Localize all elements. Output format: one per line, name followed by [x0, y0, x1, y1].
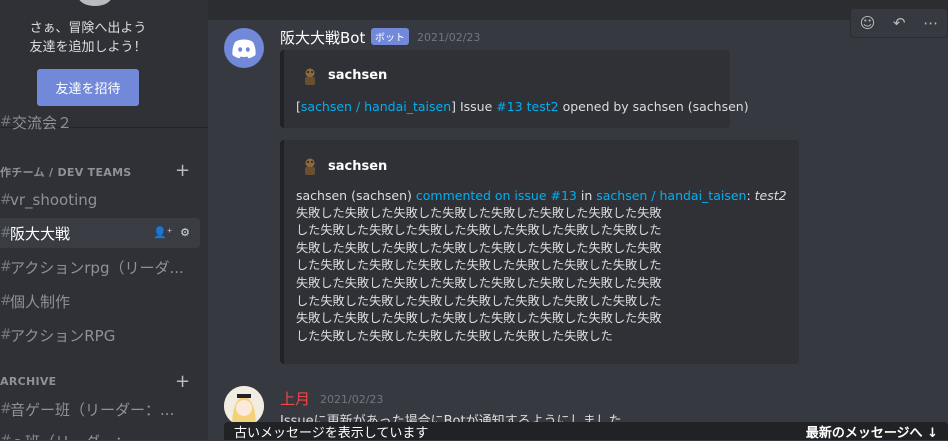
hash-icon: # [0, 293, 12, 309]
channel-item-handai-taisen[interactable]: # 阪大大戦 👤⁺ ⚙ [0, 218, 200, 248]
channel-item-action-rpg[interactable]: # アクションRPG [0, 320, 200, 350]
channel-label: アクションRPG [10, 326, 116, 345]
embed-comment-header: sachsen (sachsen) commented on issue #13… [296, 187, 787, 205]
embed-author[interactable]: sachsen [328, 68, 387, 83]
hash-icon: # [0, 192, 12, 208]
channel-item-vr-shooting[interactable]: # vr_shooting [0, 185, 200, 215]
add-channel-icon[interactable]: + [175, 373, 190, 391]
reply-icon[interactable]: ↶ [893, 14, 906, 32]
jump-label: 最新のメッセージへ [805, 425, 923, 441]
hash-icon: # [0, 433, 12, 440]
invite-member-icon[interactable]: 👤⁺ [153, 226, 173, 239]
message-toolbar: ☺ ↶ ⋯ [850, 8, 948, 38]
comment-line: 失敗した失敗した失敗した失敗した失敗した失敗した失敗した失敗 [296, 311, 662, 326]
gear-icon[interactable]: ⚙ [180, 226, 190, 239]
channel-label: ｏ班（リーダー：... [10, 431, 144, 441]
hash-icon: # [0, 401, 12, 417]
jump-to-latest-button[interactable]: 最新のメッセージへ ↓ [806, 422, 938, 441]
arrow-down-icon: ↓ [927, 425, 938, 441]
comment-line: した失敗した失敗した失敗した失敗した失敗した失敗した [296, 328, 613, 343]
add-channel-icon[interactable]: + [175, 162, 190, 180]
hash-icon: # [0, 114, 12, 130]
embed-description: [sachsen / handai_taisen] Issue #13 test… [296, 98, 749, 116]
hash-icon: # [0, 259, 12, 275]
message-timestamp: 2021/02/23 [417, 31, 481, 44]
bot-avatar[interactable] [224, 28, 264, 68]
category-archive[interactable]: ARCHIVE [0, 375, 56, 388]
old-messages-bar: 古いメッセージを表示しています 最新のメッセージへ ↓ [224, 422, 948, 441]
invite-friends-button[interactable]: 友達を招待 [37, 69, 139, 106]
message-timestamp: 2021/02/23 [320, 393, 384, 406]
embed-author[interactable]: sachsen [328, 159, 387, 174]
channel-label: vr_shooting [10, 191, 98, 209]
channel-label: 個人制作 [10, 292, 71, 311]
invite-prompt-line1: さぁ、冒険へ出よう [29, 21, 147, 36]
more-icon[interactable]: ⋯ [923, 14, 938, 32]
comment-line: 失敗した失敗した失敗した失敗した失敗した失敗した失敗した失敗 [296, 275, 662, 290]
bot-badge: ボット [371, 28, 409, 45]
hash-icon: # [0, 225, 12, 241]
repo-link[interactable]: sachsen / handai_taisen [596, 188, 746, 203]
issue-link[interactable]: #13 test2 [496, 99, 558, 114]
channel-item-personal[interactable]: # 個人制作 [0, 286, 200, 316]
channel-label: 交流会２ [12, 113, 73, 132]
channel-item-action-rpg-leader[interactable]: # アクションrpg（リーダ... [0, 252, 200, 282]
github-embed-issue-opened: sachsen [sachsen / handai_taisen] Issue … [280, 50, 749, 128]
category-dev-teams[interactable]: 作チーム / DEV TEAMS [0, 164, 132, 180]
text-opened-by: opened by sachsen (sachsen) [558, 99, 749, 114]
text-commenter: sachsen (sachsen) [296, 188, 416, 203]
old-messages-label: 古いメッセージを表示しています [234, 425, 429, 441]
comment-line: した失敗した失敗した失敗した失敗した失敗した失敗した失敗した [296, 293, 662, 308]
comment-line: 失敗した失敗した失敗した失敗した失敗した失敗した失敗した失敗 [296, 205, 662, 220]
username[interactable]: 上月 [280, 388, 310, 409]
message-area: ☺ ↶ ⋯ 阪大大戦Bot ボット 2021/02/23 sachsen [sa… [208, 0, 948, 441]
user-avatar[interactable] [224, 386, 264, 426]
text-in: in [576, 188, 597, 203]
anime-avatar-icon [224, 386, 264, 426]
channel-label: 阪大大戦 [10, 224, 71, 243]
issue-title: test2 [754, 188, 787, 203]
channel-sidebar: さぁ、冒険へ出よう 友達を追加しよう！ 友達を招待 # 交流会２ 作チーム / … [0, 0, 208, 440]
repo-link[interactable]: sachsen / handai_taisen [301, 99, 451, 114]
discord-logo-icon [232, 39, 256, 59]
comment-line: 失敗した失敗した失敗した失敗した失敗した失敗した失敗した失敗 [296, 240, 662, 255]
channel-label: 音ゲー班（リーダー：... [10, 400, 175, 419]
github-embed-issue-comment: sachsen sachsen (sachsen) commented on i… [280, 140, 799, 364]
comment-line: した失敗した失敗した失敗した失敗した失敗した失敗した失敗した [296, 223, 662, 238]
embed-description: sachsen (sachsen) commented on issue #13… [296, 187, 787, 345]
bot-username[interactable]: 阪大大戦Bot [280, 27, 365, 48]
top-strip [208, 0, 948, 20]
channel-item-partial[interactable]: # 交流会２ [0, 112, 200, 132]
channel-item-rhythm-team[interactable]: # 音ゲー班（リーダー：... [0, 394, 200, 424]
add-reaction-icon[interactable]: ☺ [860, 14, 876, 32]
text-colon: : [746, 188, 755, 203]
channel-label: アクションrpg（リーダ... [10, 258, 184, 277]
illustration [78, 0, 112, 6]
github-avatar-icon [305, 68, 315, 85]
text-issue: ] Issue [451, 99, 497, 114]
hash-icon: # [0, 327, 12, 343]
comment-body: 失敗した失敗した失敗した失敗した失敗した失敗した失敗した失敗 した失敗した失敗し… [296, 205, 787, 346]
channel-actions: 👤⁺ ⚙ [153, 226, 190, 239]
comment-line: した失敗した失敗した失敗した失敗した失敗した失敗した失敗した [296, 258, 662, 273]
github-avatar-icon [305, 158, 315, 175]
invite-prompt-line2: 友達を追加しよう！ [29, 40, 147, 55]
commented-link[interactable]: commented on issue #13 [416, 188, 577, 203]
channel-item-archive-2[interactable]: # ｏ班（リーダー：... [0, 426, 200, 441]
